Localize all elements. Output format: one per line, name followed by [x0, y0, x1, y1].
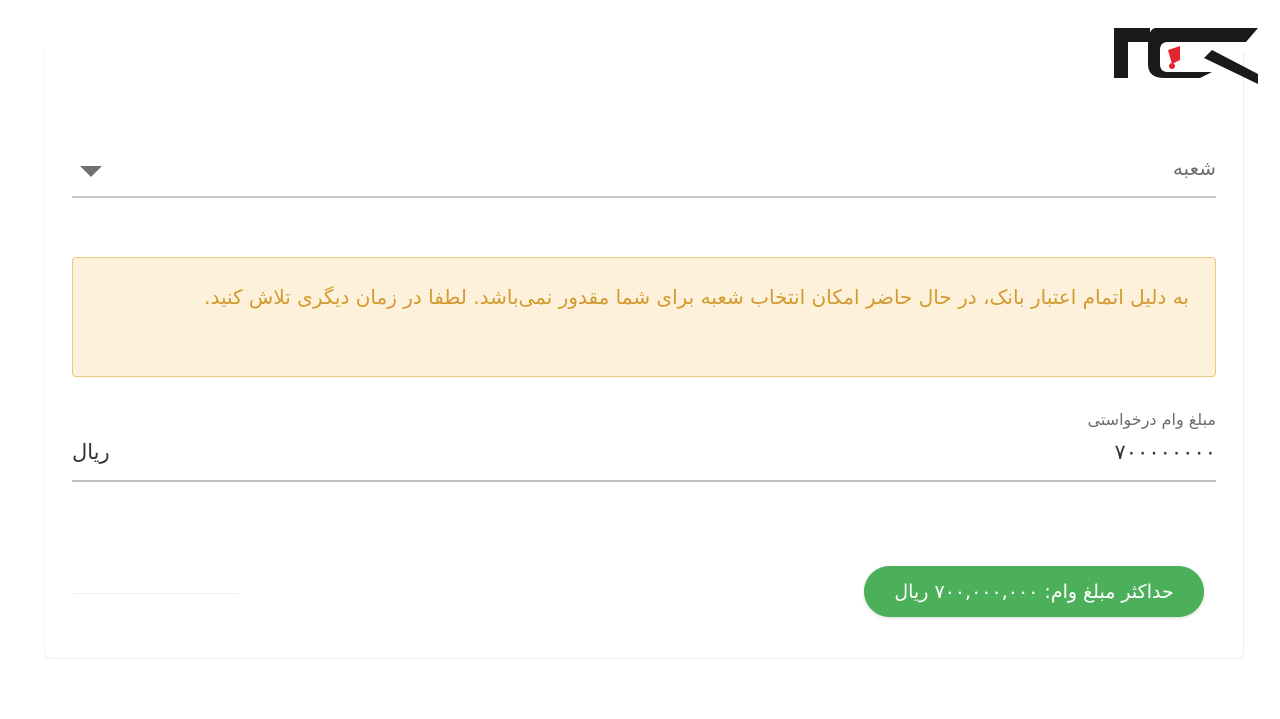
rokna-logo-icon: [1108, 20, 1264, 86]
loan-amount-value[interactable]: ۷۰۰۰۰۰۰۰۰: [1114, 440, 1216, 464]
max-loan-badge: حداکثر مبلغ وام: ۷۰۰,۰۰۰,۰۰۰ ریال: [864, 566, 1204, 617]
loan-amount-field[interactable]: ۷۰۰۰۰۰۰۰۰ ریال: [72, 436, 1216, 482]
caret-down-icon[interactable]: [80, 166, 102, 177]
page: شعبه به دلیل اتمام اعتبار بانک، در حال ح…: [0, 0, 1280, 719]
loan-amount-label: مبلغ وام درخواستی: [1087, 410, 1216, 429]
branch-select-label: شعبه: [1172, 156, 1216, 180]
max-loan-badge-text: حداکثر مبلغ وام: ۷۰۰,۰۰۰,۰۰۰ ریال: [894, 580, 1174, 603]
branch-select[interactable]: شعبه: [72, 150, 1216, 198]
warning-alert-text: به دلیل اتمام اعتبار بانک، در حال حاضر ا…: [204, 285, 1189, 309]
divider: [74, 593, 238, 594]
warning-alert: به دلیل اتمام اعتبار بانک، در حال حاضر ا…: [72, 257, 1216, 377]
loan-amount-unit: ریال: [72, 440, 110, 464]
